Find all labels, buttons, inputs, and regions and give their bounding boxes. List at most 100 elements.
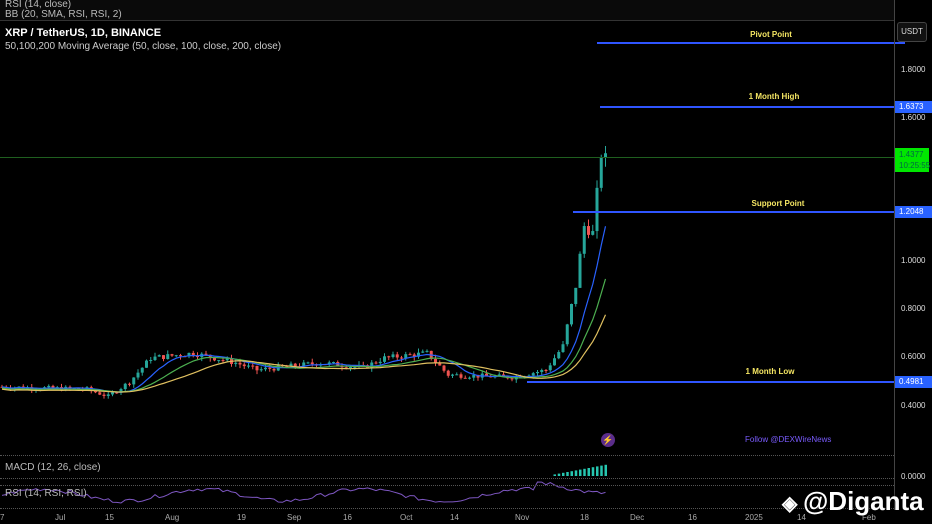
candle <box>247 365 250 367</box>
candle <box>213 357 216 361</box>
rsi-label[interactable]: RSI (14, RSI, RSI) <box>5 489 87 499</box>
time-tick: Jul <box>55 513 66 522</box>
lightning-logo-icon: ⚡ <box>601 433 615 447</box>
candle <box>599 157 603 188</box>
candle <box>578 253 582 288</box>
candle <box>217 360 221 362</box>
month-high-line <box>600 106 894 108</box>
candle <box>591 231 595 235</box>
candle <box>162 355 165 359</box>
macd-bar <box>574 470 578 476</box>
time-tick: Sep <box>287 513 302 522</box>
candle <box>553 358 556 366</box>
candle <box>468 377 471 379</box>
month-low-line <box>527 381 894 383</box>
candle <box>123 383 127 390</box>
candle <box>434 359 437 363</box>
candle <box>157 355 161 357</box>
price-axis[interactable] <box>894 0 932 510</box>
macd-zero-tick: 0.0000 <box>901 472 926 481</box>
currency-button[interactable]: USDT <box>897 22 927 42</box>
current-price-line <box>0 157 894 158</box>
candle <box>408 354 412 356</box>
candle <box>582 226 586 254</box>
macd-bar <box>596 466 599 476</box>
time-tick: 16 <box>343 513 352 522</box>
candle <box>570 303 573 325</box>
pivot-label: Pivot Point <box>750 30 792 39</box>
candle <box>234 362 238 364</box>
candle <box>102 394 106 396</box>
candle <box>531 373 535 376</box>
month-low-label: 1 Month Low <box>745 367 795 376</box>
macd-bar <box>600 465 603 476</box>
candle <box>510 378 514 380</box>
month-high-tag: 1.6373 <box>895 101 932 113</box>
candle <box>565 324 569 345</box>
candle <box>574 287 578 304</box>
candle <box>132 377 136 385</box>
moving-average-line <box>1 314 607 393</box>
time-tick: Dec <box>630 513 645 522</box>
candle <box>561 344 565 353</box>
candle <box>587 226 590 235</box>
time-tick: 7 <box>0 513 5 522</box>
candle <box>106 394 110 396</box>
support-line <box>573 211 894 213</box>
price-tick: 1.0000 <box>901 256 926 265</box>
macd-bar <box>570 471 573 476</box>
candle <box>238 362 242 365</box>
price-tick: 1.8000 <box>901 65 926 74</box>
price-chart[interactable] <box>0 0 894 510</box>
support-label: Support Point <box>751 199 805 208</box>
price-tick: 1.6000 <box>901 113 926 122</box>
time-tick: 19 <box>237 513 246 522</box>
candle <box>446 370 450 376</box>
candle <box>306 362 310 364</box>
macd-bar <box>562 472 565 476</box>
candle <box>47 385 51 388</box>
candle <box>272 368 276 371</box>
follow-text: Follow @DEXWireNews <box>745 435 832 444</box>
time-tick: 15 <box>105 513 114 522</box>
watermark: ◈ @Diganta <box>782 486 924 516</box>
candle <box>111 392 114 395</box>
candle <box>153 356 157 360</box>
month-low-tag: 0.4981 <box>895 376 932 388</box>
candle <box>136 372 140 378</box>
time-tick: 16 <box>688 513 697 522</box>
candle <box>149 359 153 361</box>
candle <box>310 362 314 365</box>
candle <box>544 369 548 371</box>
candle <box>378 361 382 364</box>
macd-bar <box>604 464 607 476</box>
pivot-line <box>597 42 905 44</box>
macd-bar <box>587 468 590 476</box>
candle <box>268 367 272 369</box>
price-tick: 0.4000 <box>901 401 926 410</box>
candle <box>383 356 386 362</box>
current-price: 1.4377 <box>899 150 924 159</box>
candle <box>255 365 259 371</box>
price-tick: 0.8000 <box>901 304 926 313</box>
candle <box>251 365 255 367</box>
candle <box>98 392 102 395</box>
candle <box>259 369 263 371</box>
candle <box>557 352 561 359</box>
candle <box>293 363 297 367</box>
candle <box>400 357 403 359</box>
candle <box>391 354 395 358</box>
candle <box>548 365 552 371</box>
candle-countdown: 10:25:55 <box>899 161 931 170</box>
candle <box>421 351 425 353</box>
candle <box>451 374 454 376</box>
month-high-label: 1 Month High <box>748 92 800 101</box>
candle <box>425 350 429 352</box>
macd-label[interactable]: MACD (12, 26, close) <box>5 463 101 473</box>
candle <box>170 354 174 356</box>
candle <box>264 367 267 370</box>
candle <box>387 356 391 358</box>
macd-bar <box>579 469 582 476</box>
candle <box>204 353 208 355</box>
time-tick: 18 <box>580 513 589 522</box>
